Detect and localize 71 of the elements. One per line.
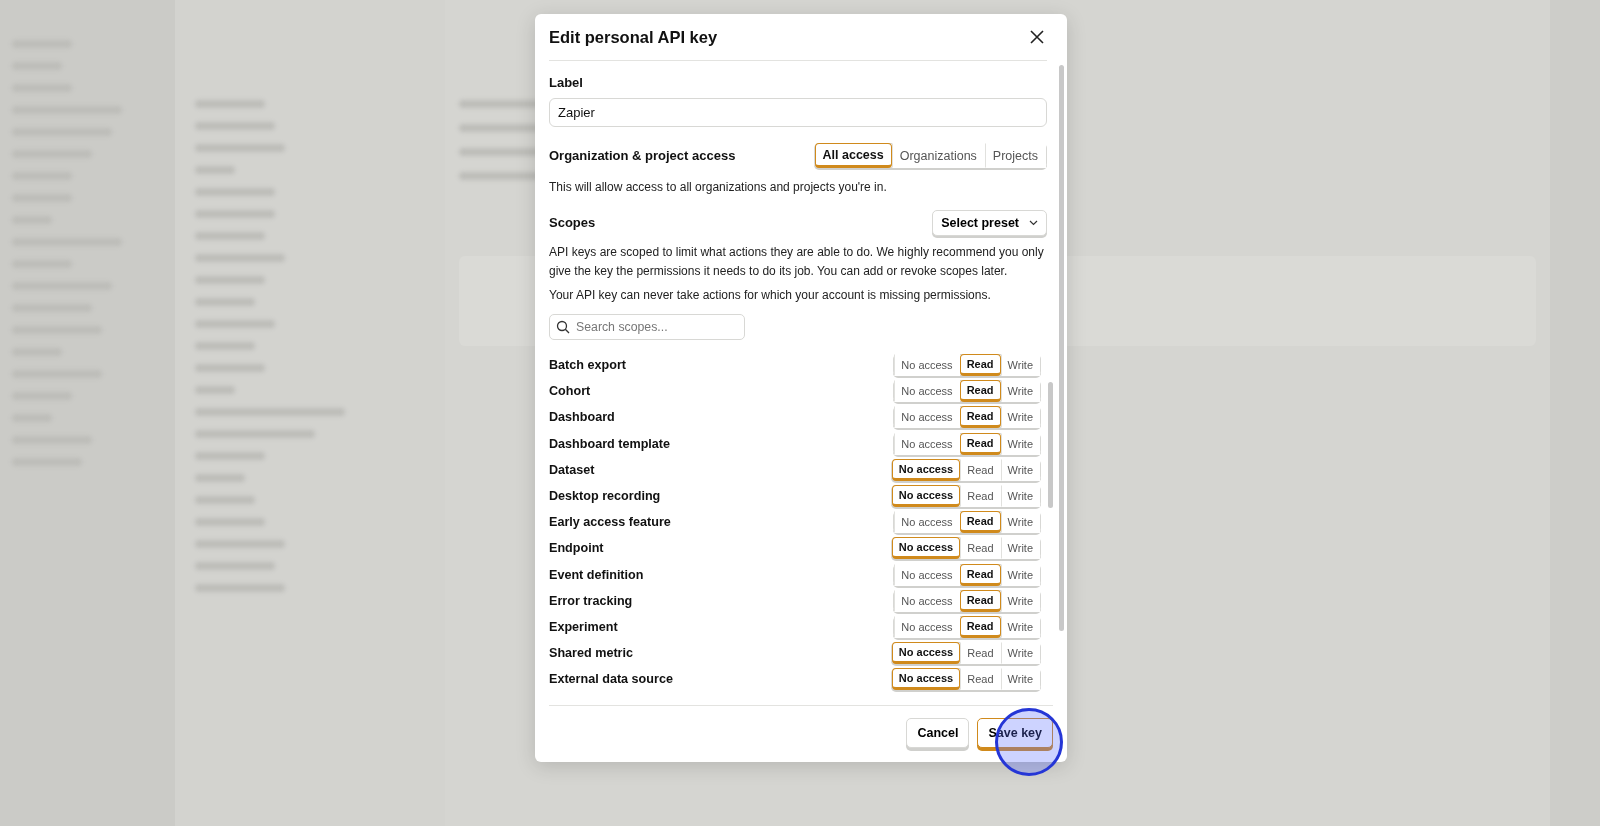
segment-option[interactable]: No access [891, 642, 961, 665]
scrollbar[interactable] [1059, 65, 1064, 631]
search-icon [556, 320, 570, 334]
cancel-button[interactable]: Cancel [906, 718, 970, 748]
segment-option[interactable]: No access [894, 511, 960, 534]
scope-name: Endpoint [549, 541, 604, 556]
scope-name: Dashboard template [549, 436, 671, 451]
scrollbar[interactable] [1048, 382, 1053, 508]
segment-option[interactable]: No access [891, 537, 961, 560]
segment-option[interactable]: No access [894, 432, 960, 455]
segment-option[interactable]: Write [1000, 563, 1040, 586]
field-label: Label [549, 75, 584, 90]
scope-name: Shared metric [549, 646, 633, 661]
scope-name: Error tracking [549, 593, 633, 608]
segment-option[interactable]: Read [959, 406, 1001, 429]
segment-option[interactable]: Write [1000, 615, 1040, 638]
permissions-note: Your API key can never take actions for which your account is missing permissions. [549, 286, 992, 304]
segment-option[interactable]: No access [894, 406, 960, 429]
segment-option[interactable]: Write [1000, 642, 1040, 665]
field-label: Organization & project access [549, 148, 736, 163]
segment-option[interactable]: Read [959, 354, 1001, 377]
scope-name: Cohort [549, 384, 591, 399]
chevron-down-icon [1029, 219, 1038, 226]
dialog-title: Edit personal API key [549, 27, 718, 47]
scope-name: External data source [549, 672, 673, 687]
segment-option[interactable]: Read [960, 537, 1001, 560]
segment-option[interactable]: Projects [984, 143, 1046, 168]
segment-option[interactable]: Write [1000, 354, 1040, 377]
segment-option[interactable]: No access [891, 485, 961, 508]
scope-name: Experiment [549, 619, 618, 634]
label-input[interactable]: Zapier [549, 98, 1047, 127]
field-label: Scopes [549, 215, 596, 230]
segment-option[interactable]: Write [1000, 537, 1040, 560]
scope-name: Desktop recording [549, 489, 661, 504]
segment-option[interactable]: No access [894, 615, 960, 638]
segment-option[interactable]: No access [894, 563, 960, 586]
search-field[interactable]: Search scopes... [549, 314, 745, 340]
segment-option[interactable]: Write [1000, 380, 1040, 403]
segment-option[interactable]: Read [960, 458, 1001, 481]
segment-option[interactable]: Read [960, 485, 1001, 508]
scope-name: Batch export [549, 358, 626, 373]
segment-option[interactable]: No access [894, 589, 960, 612]
select-preset-dropdown[interactable]: Select preset [932, 209, 1047, 236]
segment-option[interactable]: No access [894, 354, 960, 377]
scope-name: Dashboard [549, 410, 615, 425]
segment-option[interactable]: Read [959, 563, 1001, 586]
segment-option[interactable]: No access [894, 380, 960, 403]
segment-option[interactable]: Read [959, 432, 1001, 455]
segment-option[interactable]: Write [1000, 485, 1040, 508]
segment-option[interactable]: Read [959, 380, 1001, 403]
scope-name: Early access feature [549, 515, 671, 530]
segment-option[interactable]: Organizations [891, 143, 985, 168]
segment-option[interactable]: Read [960, 642, 1001, 665]
close-icon [1029, 29, 1045, 45]
segment-option[interactable]: Read [960, 668, 1001, 691]
scope-name: Dataset [549, 462, 595, 477]
segment-option[interactable]: Write [1000, 432, 1040, 455]
segment-option[interactable]: Write [1000, 668, 1040, 691]
segment-option[interactable]: Read [959, 589, 1001, 612]
segment-option[interactable]: Read [959, 615, 1001, 638]
scope-name: Event definition [549, 567, 644, 582]
segment-option[interactable]: Write [1000, 511, 1040, 534]
segment-option[interactable]: Read [959, 511, 1001, 534]
segment-option[interactable]: All access [814, 143, 892, 168]
scopes-description: API keys are scoped to limit what actions they are able to do. We highly recommend you only give the key the permissions it needs to do its job. You can add or revoke scopes later. [549, 243, 1045, 280]
segment-option[interactable]: No access [891, 458, 961, 481]
segment-option[interactable]: Write [1000, 458, 1040, 481]
segment-option[interactable]: Write [1000, 406, 1040, 429]
segment-option[interactable]: No access [891, 668, 961, 691]
segment-option[interactable]: Write [1000, 589, 1040, 612]
access-description: This will allow access to all organizations and projects you're in. [549, 179, 888, 196]
